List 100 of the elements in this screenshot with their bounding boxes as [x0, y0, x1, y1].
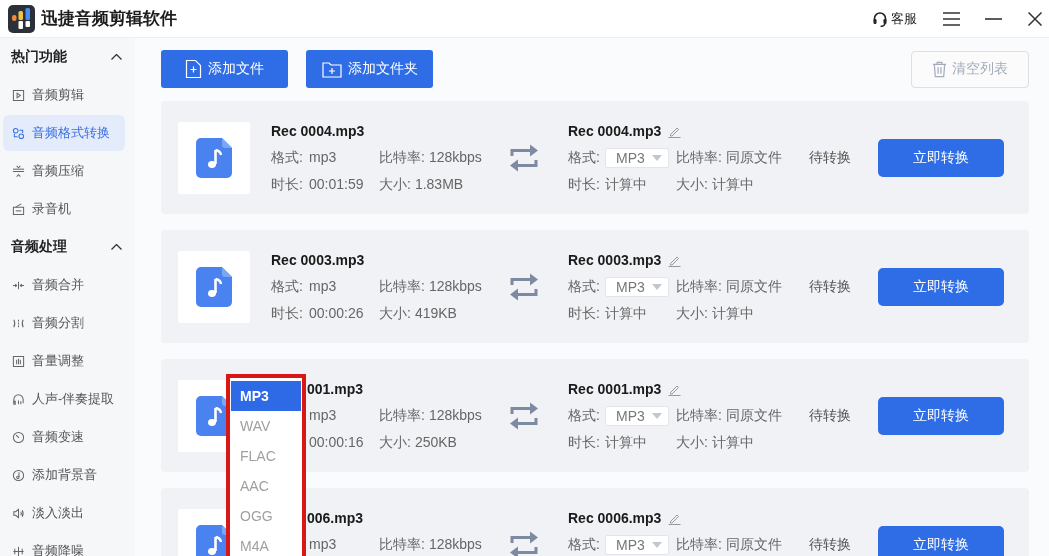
swap-arrows-icon — [508, 271, 540, 302]
status-text: 待转换 — [809, 408, 851, 423]
field-value: 128kbps — [428, 277, 482, 296]
sidebar-item[interactable]: 音量调整 — [3, 343, 125, 379]
format-select[interactable]: MP3 — [605, 276, 669, 297]
file-name: Rec 0004.mp3 — [271, 122, 366, 141]
support-button[interactable]: 客服 — [872, 9, 917, 28]
menu-icon[interactable] — [943, 11, 960, 26]
file-name: Rec 0003.mp3 — [271, 251, 366, 270]
sidebar-group-header[interactable]: 音频处理 — [0, 228, 135, 266]
field-label: 比特率: — [379, 535, 425, 554]
folder-plus-icon — [321, 60, 342, 78]
exchange-icon — [12, 126, 25, 140]
field-value: 计算中 — [605, 175, 647, 194]
sidebar-item[interactable]: 音频合并 — [3, 267, 125, 303]
field-value: 计算中 — [605, 304, 647, 323]
convert-button[interactable]: 立即转换 — [878, 267, 1004, 306]
menu-option[interactable]: MP3 — [231, 381, 301, 411]
sidebar-item[interactable]: 录音机 — [3, 191, 125, 227]
sidebar-item[interactable]: 音频变速 — [3, 419, 125, 455]
sidebar-item[interactable]: 添加背景音 — [3, 457, 125, 493]
sidebar-item[interactable]: 音频分割 — [3, 305, 125, 341]
sidebar-group-header[interactable]: 热门功能 — [0, 38, 135, 76]
app-logo-icon — [8, 4, 35, 33]
convert-button[interactable]: 立即转换 — [878, 138, 1004, 177]
field-label: 比特率: — [379, 277, 425, 296]
field-label: 时长: — [568, 305, 600, 321]
field-label: 大小: — [379, 175, 411, 194]
compress-icon — [12, 164, 25, 178]
field-label: 格式: — [271, 149, 303, 165]
field-label: 格式: — [568, 407, 600, 423]
radio-icon — [12, 202, 25, 216]
headset-icon — [872, 10, 888, 27]
timer-icon — [12, 430, 25, 444]
field-value: 128kbps — [428, 535, 482, 554]
output-file-name: Rec 0001.mp3 — [568, 380, 662, 399]
caret-down-icon — [652, 283, 662, 290]
caret-down-icon — [652, 412, 662, 419]
field-value: mp3 — [309, 277, 337, 296]
field-label: 时长: — [271, 305, 303, 321]
field-value: 计算中 — [711, 175, 754, 194]
play-square-icon — [12, 88, 25, 102]
field-value: 计算中 — [711, 433, 754, 452]
sidebar-item[interactable]: 淡入淡出 — [3, 495, 125, 531]
field-value: 00:00:26 — [309, 304, 364, 323]
field-label: 比特率: — [676, 535, 722, 554]
format-select[interactable]: MP3 — [605, 147, 669, 168]
field-label: 时长: — [271, 176, 303, 192]
field-label: 格式: — [568, 536, 600, 552]
field-label: 比特率: — [676, 148, 722, 167]
field-label: 大小: — [379, 304, 411, 323]
swap-arrows-icon — [508, 529, 540, 556]
field-label: 时长: — [568, 434, 600, 450]
swap-arrows-icon — [508, 400, 540, 431]
field-value: 00:01:59 — [309, 175, 364, 194]
field-label: 比特率: — [379, 406, 425, 425]
convert-button[interactable]: 立即转换 — [878, 396, 1004, 435]
format-select[interactable]: MP3 — [605, 405, 669, 426]
file-plus-icon — [185, 59, 202, 79]
field-value: 250KB — [414, 433, 457, 452]
menu-option[interactable]: FLAC — [231, 441, 301, 471]
close-icon[interactable] — [1028, 11, 1042, 26]
sidebar-item[interactable]: 人声-伴奏提取 — [3, 381, 125, 417]
output-file-name: Rec 0004.mp3 — [568, 122, 662, 141]
caret-down-icon — [652, 541, 662, 548]
speaker-icon — [12, 506, 25, 520]
field-value: mp3 — [309, 535, 337, 554]
convert-button[interactable]: 立即转换 — [878, 525, 1004, 556]
music-file-icon — [196, 266, 232, 307]
field-value: 计算中 — [605, 433, 647, 452]
field-label: 大小: — [676, 433, 708, 452]
field-value: 同原文件 — [725, 406, 782, 425]
field-label: 大小: — [676, 175, 708, 194]
swap-arrows-icon — [508, 142, 540, 173]
menu-option[interactable]: M4A — [231, 531, 301, 556]
add-file-button[interactable]: 添加文件 — [161, 50, 288, 88]
field-label: 比特率: — [676, 277, 722, 296]
menu-option[interactable]: WAV — [231, 411, 301, 441]
sidebar-item[interactable]: 音频压缩 — [3, 153, 125, 189]
field-label: 大小: — [379, 433, 411, 452]
menu-option[interactable]: OGG — [231, 501, 301, 531]
sidebar-item[interactable]: 音频降噪 — [3, 533, 125, 556]
field-value: 同原文件 — [725, 277, 782, 296]
field-value: 同原文件 — [725, 535, 782, 554]
field-value: 1.83MB — [414, 175, 464, 194]
bars-icon — [12, 544, 25, 556]
minimize-icon[interactable] — [985, 17, 1002, 20]
output-file-name: Rec 0003.mp3 — [568, 251, 662, 270]
sidebar-item[interactable]: 音频格式转换 — [3, 115, 125, 151]
status-text: 待转换 — [809, 279, 851, 294]
field-label: 大小: — [676, 304, 708, 323]
sidebar-item[interactable]: 音频剪辑 — [3, 77, 125, 113]
field-value: 计算中 — [711, 304, 754, 323]
add-folder-button[interactable]: 添加文件夹 — [306, 50, 433, 88]
field-label: 格式: — [568, 278, 600, 294]
field-value: mp3 — [309, 148, 337, 167]
menu-option[interactable]: AAC — [231, 471, 301, 501]
headphones-icon — [12, 392, 25, 406]
file-name: 001.mp3 — [307, 380, 365, 399]
format-select[interactable]: MP3 — [605, 534, 669, 555]
